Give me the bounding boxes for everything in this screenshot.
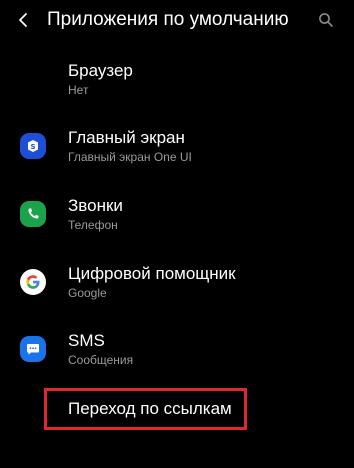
page-title: Приложения по умолчанию (47, 9, 289, 30)
list-item-sms[interactable]: SMS Сообщения (0, 322, 354, 388)
svg-text:S: S (30, 143, 35, 151)
search-button[interactable] (312, 6, 340, 34)
item-subtitle: Сообщения (68, 353, 134, 367)
item-title: Главный экран (68, 128, 185, 147)
list-item-calls[interactable]: Звонки Телефон (0, 187, 354, 253)
home-screen-icon: S (20, 133, 46, 159)
link-handling-item[interactable]: Переход по ссылкам (68, 399, 232, 419)
item-subtitle: Нет (68, 83, 89, 97)
messages-icon (20, 336, 46, 362)
list-item-digital-assistant[interactable]: Цифровой помощник Google (0, 255, 354, 321)
chevron-left-icon (19, 13, 27, 27)
item-title: Звонки (68, 196, 123, 215)
item-title: Цифровой помощник (68, 264, 236, 283)
item-subtitle: Телефон (68, 218, 118, 232)
phone-icon (20, 201, 46, 227)
item-title: SMS (68, 331, 105, 350)
list-item-home-screen[interactable]: S Главный экран Главный экран One UI (0, 119, 354, 185)
google-icon (20, 269, 46, 295)
back-button[interactable] (10, 6, 38, 34)
item-subtitle: Главный экран One UI (68, 150, 192, 164)
list-item-browser[interactable]: Браузер Нет (0, 52, 354, 118)
item-title: Браузер (68, 61, 133, 80)
top-app-bar: Приложения по умолчанию (0, 0, 354, 40)
item-subtitle: Google (68, 286, 107, 300)
search-icon (319, 13, 333, 27)
